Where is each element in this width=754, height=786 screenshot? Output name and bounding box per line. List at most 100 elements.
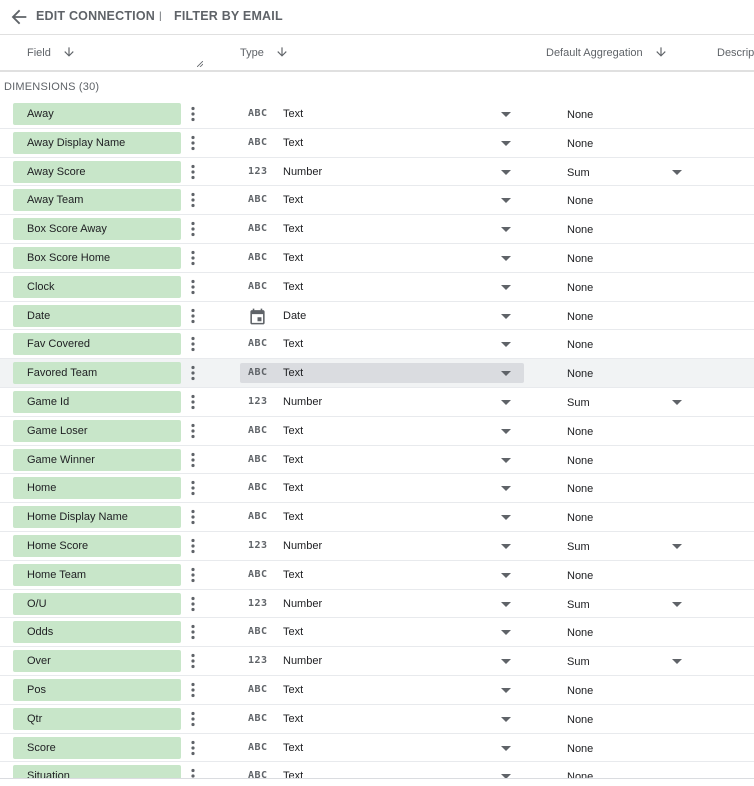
more-vert-icon[interactable] — [186, 423, 200, 439]
field-chip[interactable]: Date — [13, 304, 181, 327]
field-chip[interactable]: Clock — [13, 275, 181, 298]
dropdown-arrow-icon — [501, 457, 511, 463]
more-vert-icon[interactable] — [186, 250, 200, 266]
dropdown-arrow-icon — [501, 112, 511, 117]
column-header-aggregation[interactable]: Default Aggregation — [546, 47, 643, 59]
more-vert-icon[interactable] — [186, 308, 200, 324]
more-vert-icon[interactable] — [186, 336, 200, 352]
type-select[interactable]: Date — [240, 306, 524, 326]
column-header-type[interactable]: Type — [240, 47, 264, 59]
aggregation-value[interactable]: Sum — [567, 541, 590, 553]
field-chip[interactable]: Pos — [13, 679, 181, 701]
aggregation-dropdown-icon[interactable] — [672, 400, 682, 405]
type-select[interactable]: ABC Text — [240, 104, 524, 124]
type-select[interactable]: ABC Text — [240, 622, 524, 642]
more-vert-icon[interactable] — [186, 682, 200, 698]
type-select[interactable]: ABC Text — [240, 680, 524, 700]
type-select[interactable]: 123 Number — [240, 536, 524, 556]
type-select[interactable]: 123 Number — [240, 392, 524, 412]
aggregation-dropdown-icon[interactable] — [672, 544, 682, 549]
type-select[interactable]: ABC Text — [240, 766, 524, 778]
dropdown-arrow-icon — [501, 140, 511, 146]
type-select[interactable]: ABC Text — [240, 565, 524, 585]
more-vert-icon[interactable] — [186, 394, 200, 410]
more-vert-icon[interactable] — [186, 509, 200, 525]
type-select[interactable]: ABC Text — [240, 363, 524, 384]
field-chip[interactable]: Odds — [13, 621, 181, 644]
more-vert-icon[interactable] — [186, 279, 200, 295]
type-select[interactable]: ABC Text — [240, 709, 524, 729]
aggregation-value[interactable]: Sum — [567, 397, 590, 409]
aggregation-value[interactable]: Sum — [567, 599, 590, 611]
filter-by-email-button[interactable]: FILTER BY EMAIL — [174, 9, 283, 23]
type-select[interactable]: ABC Text — [240, 133, 524, 153]
aggregation-value[interactable]: Sum — [567, 167, 590, 179]
more-vert-icon[interactable] — [186, 106, 200, 122]
column-header-description[interactable]: Descrip — [717, 47, 754, 59]
sort-arrow-down-icon[interactable] — [654, 45, 668, 59]
more-vert-icon[interactable] — [186, 711, 200, 727]
aggregation-dropdown-icon[interactable] — [672, 601, 682, 607]
field-chip[interactable]: O/U — [13, 592, 181, 615]
column-header-field[interactable]: Field — [27, 47, 51, 59]
type-select[interactable]: ABC Text — [240, 277, 524, 297]
more-vert-icon[interactable] — [186, 567, 200, 583]
more-vert-icon[interactable] — [186, 740, 200, 756]
edit-connection-button[interactable]: EDIT CONNECTION — [36, 9, 155, 23]
sort-arrow-down-icon[interactable] — [275, 45, 289, 59]
field-chip[interactable]: Away — [13, 103, 181, 125]
type-select[interactable]: ABC Text — [240, 421, 524, 441]
more-vert-icon[interactable] — [186, 596, 200, 612]
sort-arrow-down-icon[interactable] — [62, 45, 76, 59]
more-vert-icon[interactable] — [186, 164, 200, 180]
column-resize-handle[interactable] — [197, 61, 203, 67]
more-vert-icon[interactable] — [186, 221, 200, 237]
more-vert-icon[interactable] — [186, 538, 200, 554]
type-select[interactable]: ABC Text — [240, 450, 524, 470]
field-chip[interactable]: Away Display Name — [13, 131, 181, 154]
field-chip[interactable]: Box Score Away — [13, 218, 181, 241]
field-chip[interactable]: Home Score — [13, 535, 181, 557]
table-row: Away Score 123 Number Sum — [0, 158, 754, 187]
type-select[interactable]: 123 Number — [240, 162, 524, 182]
field-chip[interactable]: Game Id — [13, 391, 181, 413]
type-select[interactable]: 123 Number — [240, 651, 524, 671]
type-select[interactable]: ABC Text — [240, 248, 524, 268]
field-chip[interactable]: Score — [13, 736, 181, 759]
field-chip[interactable]: Qtr — [13, 707, 181, 730]
more-vert-icon[interactable] — [186, 365, 200, 381]
field-chip[interactable]: Away Team — [13, 189, 181, 212]
more-vert-icon[interactable] — [186, 192, 200, 208]
aggregation-dropdown-icon[interactable] — [672, 659, 682, 665]
aggregation-value[interactable]: Sum — [567, 656, 590, 668]
type-select[interactable]: ABC Text — [240, 738, 524, 758]
field-chip[interactable]: Favored Team — [13, 362, 181, 385]
field-chip[interactable]: Away Score — [13, 160, 181, 183]
type-label: Text — [283, 338, 304, 351]
field-chip[interactable]: Home — [13, 477, 181, 500]
aggregation-value: None — [567, 109, 594, 121]
more-vert-icon[interactable] — [186, 653, 200, 669]
field-chip[interactable]: Box Score Home — [13, 247, 181, 269]
field-chip[interactable]: Situation — [13, 765, 181, 778]
type-select[interactable]: ABC Text — [240, 507, 524, 527]
type-select[interactable]: ABC Text — [240, 334, 524, 354]
type-select[interactable]: 123 Number — [240, 594, 524, 614]
field-chip[interactable]: Game Loser — [13, 419, 181, 442]
aggregation-value: None — [567, 310, 594, 323]
type-select[interactable]: ABC Text — [240, 478, 524, 498]
more-vert-icon[interactable] — [186, 480, 200, 496]
aggregation-dropdown-icon[interactable] — [672, 169, 682, 175]
more-vert-icon[interactable] — [186, 768, 200, 778]
field-chip[interactable]: Home Team — [13, 563, 181, 586]
arrow-back-icon[interactable] — [8, 6, 30, 28]
field-chip[interactable]: Over — [13, 650, 181, 673]
type-select[interactable]: ABC Text — [240, 190, 524, 210]
field-chip[interactable]: Fav Covered — [13, 333, 181, 356]
field-chip[interactable]: Game Winner — [13, 448, 181, 471]
more-vert-icon[interactable] — [186, 624, 200, 640]
more-vert-icon[interactable] — [186, 452, 200, 468]
more-vert-icon[interactable] — [186, 135, 200, 151]
type-select[interactable]: ABC Text — [240, 219, 524, 239]
field-chip[interactable]: Home Display Name — [13, 506, 181, 529]
